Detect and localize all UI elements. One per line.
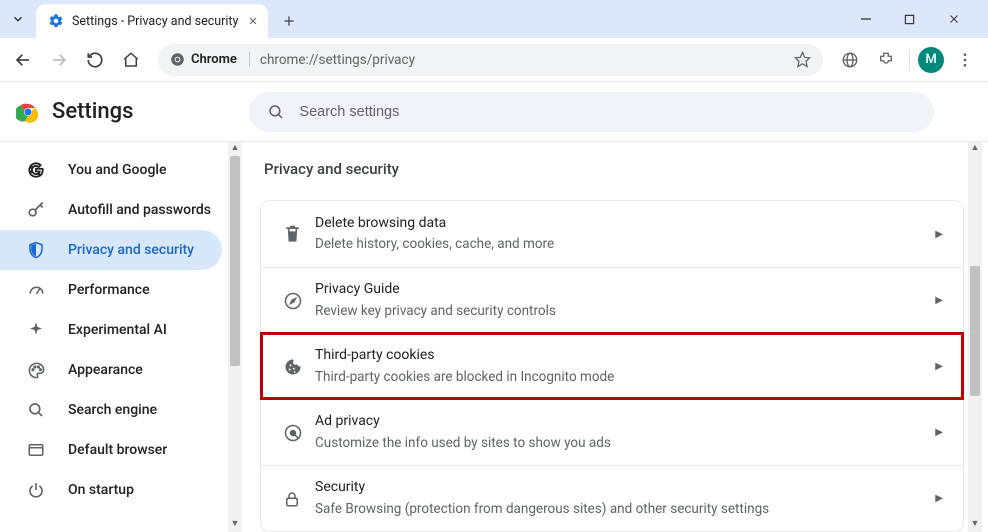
row-privacy-guide[interactable]: Privacy Guide Review key privacy and sec… [261, 267, 963, 333]
power-icon [26, 481, 46, 499]
search-icon [267, 103, 285, 121]
search-settings-box[interactable] [249, 92, 934, 132]
profile-avatar[interactable]: M [918, 47, 944, 73]
scroll-down-icon: ▼ [231, 518, 240, 532]
sidebar-item-you-and-google[interactable]: You and Google [0, 150, 222, 190]
ad-target-icon [283, 423, 315, 443]
page-title: Privacy and security [260, 160, 964, 178]
address-bar[interactable]: Chrome chrome://settings/privacy [158, 44, 823, 76]
sidebar-item-label: You and Google [68, 162, 166, 178]
row-subtitle: Safe Browsing (protection from dangerous… [315, 500, 935, 519]
row-title: Security [315, 478, 935, 498]
back-button[interactable] [8, 45, 38, 75]
home-button[interactable] [116, 45, 146, 75]
settings-main: Privacy and security Delete browsing dat… [242, 142, 988, 532]
google-g-icon [26, 161, 46, 179]
row-subtitle: Customize the info used by sites to show… [315, 434, 935, 453]
chevron-right-icon: ▶ [935, 427, 943, 438]
sidebar-item-performance[interactable]: Performance [0, 270, 222, 310]
sidebar-item-label: Privacy and security [68, 242, 194, 258]
site-chip[interactable]: Chrome [170, 52, 250, 67]
row-title: Third-party cookies [315, 346, 935, 366]
row-title: Ad privacy [315, 412, 935, 432]
window-controls [860, 0, 984, 38]
privacy-card: Delete browsing data Delete history, coo… [260, 200, 964, 532]
compass-icon [283, 291, 315, 311]
sidebar-item-appearance[interactable]: Appearance [0, 350, 222, 390]
settings-title: Settings [52, 99, 133, 124]
browser-icon [26, 441, 46, 459]
row-subtitle: Delete history, cookies, cache, and more [315, 235, 935, 254]
scrollbar-thumb[interactable] [230, 156, 240, 366]
sidebar-item-autofill[interactable]: Autofill and passwords [0, 190, 222, 230]
tab-title: Settings - Privacy and security [72, 14, 240, 29]
bookmark-button[interactable] [794, 51, 811, 68]
sidebar-item-label: Appearance [68, 362, 143, 378]
palette-icon [26, 361, 46, 380]
overflow-menu-button[interactable] [950, 45, 980, 75]
globe-button[interactable] [835, 45, 865, 75]
chevron-right-icon: ▶ [935, 295, 943, 306]
scroll-up-icon: ▲ [231, 142, 240, 156]
sidebar-item-label: Search engine [68, 402, 157, 418]
title-bar: Settings - Privacy and security [0, 0, 988, 38]
sidebar-item-label: Experimental AI [68, 322, 167, 338]
scrollbar-thumb[interactable] [970, 266, 980, 396]
row-third-party-cookies[interactable]: Third-party cookies Third-party cookies … [261, 333, 963, 399]
reload-button[interactable] [80, 45, 110, 75]
browser-tab[interactable]: Settings - Privacy and security [36, 4, 268, 38]
cookie-icon [283, 357, 315, 377]
sidebar-scrollbar[interactable]: ▲ ▼ [228, 142, 242, 532]
row-title: Delete browsing data [315, 214, 935, 234]
main-scrollbar[interactable]: ▲ ▼ [968, 142, 982, 532]
row-ad-privacy[interactable]: Ad privacy Customize the info used by si… [261, 399, 963, 465]
sparkle-icon [26, 321, 46, 339]
chrome-mono-icon [170, 52, 185, 67]
sidebar-item-experimental-ai[interactable]: Experimental AI [0, 310, 222, 350]
scroll-down-icon: ▼ [971, 518, 980, 532]
sidebar-item-default-browser[interactable]: Default browser [0, 430, 222, 470]
chevron-right-icon: ▶ [935, 361, 943, 372]
url-text: chrome://settings/privacy [260, 52, 784, 68]
sidebar-item-label: Autofill and passwords [68, 202, 211, 218]
site-chip-label: Chrome [191, 52, 237, 67]
sidebar-item-privacy-security[interactable]: Privacy and security [0, 230, 222, 270]
row-title: Privacy Guide [315, 280, 935, 300]
speedometer-icon [26, 281, 46, 300]
row-security[interactable]: Security Safe Browsing (protection from … [261, 465, 963, 531]
shield-icon [26, 241, 46, 259]
tab-search-button[interactable] [0, 0, 36, 38]
chevron-right-icon: ▶ [935, 493, 943, 504]
settings-body: You and Google Autofill and passwords Pr… [0, 142, 988, 532]
chevron-right-icon: ▶ [935, 229, 943, 240]
sidebar-item-label: On startup [68, 482, 134, 498]
chrome-logo-icon [16, 100, 40, 124]
lock-icon [283, 490, 315, 508]
avatar-letter: M [925, 52, 936, 67]
row-delete-browsing-data[interactable]: Delete browsing data Delete history, coo… [261, 201, 963, 267]
settings-sidebar: You and Google Autofill and passwords Pr… [0, 142, 242, 532]
close-window-button[interactable] [948, 13, 968, 25]
search-icon [26, 401, 46, 419]
sidebar-item-label: Default browser [68, 442, 167, 458]
search-settings-input[interactable] [299, 104, 916, 120]
new-tab-button[interactable] [274, 6, 304, 36]
minimize-button[interactable] [860, 13, 880, 25]
close-tab-button[interactable] [248, 16, 258, 26]
sidebar-item-search-engine[interactable]: Search engine [0, 390, 222, 430]
toolbar-separator [909, 50, 910, 70]
row-subtitle: Review key privacy and security controls [315, 302, 935, 321]
scroll-up-icon: ▲ [971, 142, 980, 156]
gear-icon [48, 13, 64, 29]
trash-icon [283, 225, 315, 244]
sidebar-item-on-startup[interactable]: On startup [0, 470, 222, 510]
settings-header: Settings [0, 82, 988, 142]
sidebar-item-label: Performance [68, 282, 150, 298]
key-icon [26, 200, 46, 220]
forward-button[interactable] [44, 45, 74, 75]
maximize-button[interactable] [904, 14, 924, 25]
row-subtitle: Third-party cookies are blocked in Incog… [315, 368, 935, 387]
browser-toolbar: Chrome chrome://settings/privacy M [0, 38, 988, 82]
extensions-button[interactable] [871, 45, 901, 75]
